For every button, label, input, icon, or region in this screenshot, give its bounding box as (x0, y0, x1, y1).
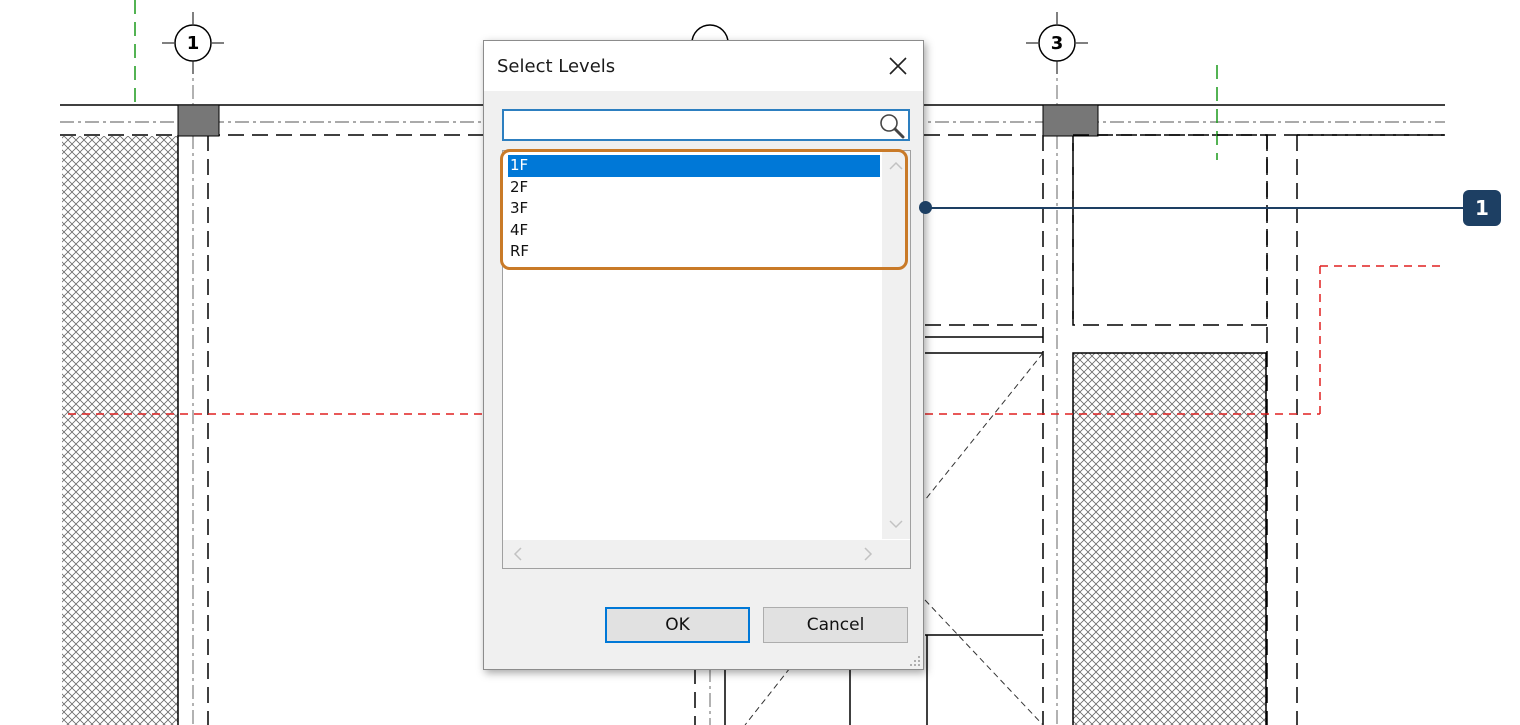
grid-label-1: 1 (186, 32, 200, 54)
grid-label-3: 3 (1050, 32, 1064, 54)
close-button[interactable] (881, 49, 915, 83)
callout-dot (919, 201, 932, 214)
callout-badge: 1 (1463, 190, 1501, 226)
list-item-2f[interactable]: 2F (508, 177, 880, 199)
list-item-3f[interactable]: 3F (508, 198, 880, 220)
chevron-right-icon[interactable] (863, 547, 873, 561)
chevron-left-icon[interactable] (513, 547, 523, 561)
select-levels-dialog: Select Levels 1F 2F 3F 4F RF OK Cancel (483, 40, 924, 670)
dialog-titlebar[interactable]: Select Levels (484, 41, 923, 91)
search-input[interactable] (508, 113, 872, 139)
scrollbar-corner (882, 540, 910, 568)
levels-listbox[interactable]: 1F 2F 3F 4F RF (502, 150, 911, 569)
levels-list: 1F 2F 3F 4F RF (508, 155, 880, 263)
callout-line (926, 207, 1464, 209)
hatched-wall-left (62, 136, 178, 725)
chevron-down-icon[interactable] (889, 519, 903, 529)
column-3 (1042, 104, 1099, 137)
list-item-4f[interactable]: 4F (508, 220, 880, 242)
list-item-1f[interactable]: 1F (508, 155, 880, 177)
ok-button[interactable]: OK (605, 607, 750, 643)
vertical-scrollbar[interactable] (882, 151, 910, 539)
horizontal-scrollbar[interactable] (503, 540, 883, 568)
resize-grip-icon[interactable] (909, 655, 921, 667)
close-icon (889, 57, 907, 75)
hatched-wall-right (1072, 352, 1267, 725)
cancel-button[interactable]: Cancel (763, 607, 908, 643)
search-icon[interactable] (878, 112, 906, 140)
dialog-title: Select Levels (497, 56, 616, 77)
search-box[interactable] (502, 109, 910, 141)
list-item-rf[interactable]: RF (508, 241, 880, 263)
column-1 (177, 104, 220, 137)
chevron-up-icon[interactable] (889, 161, 903, 171)
